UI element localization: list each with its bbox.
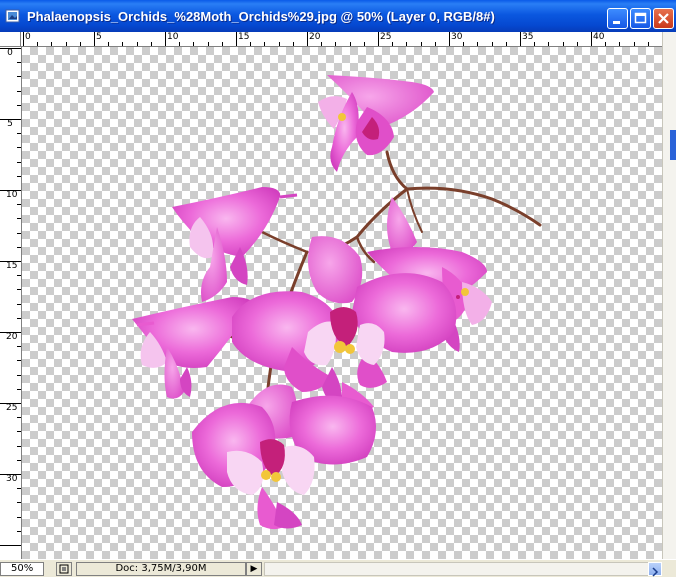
orchid-flower-bottom	[192, 384, 376, 530]
minimize-icon	[613, 21, 620, 24]
ruler-label: 0	[7, 48, 13, 58]
horizontal-scrollbar[interactable]	[264, 562, 662, 576]
ruler-label: 20	[309, 32, 321, 42]
triangle-right-icon: ▶	[250, 564, 258, 574]
window-title: Phalaenopsis_Orchids_%28Moth_Orchids%29.…	[27, 9, 495, 24]
orchid-flower-upper-left	[172, 187, 298, 302]
ruler-label: 30	[451, 32, 463, 42]
ruler-label: 15	[238, 32, 250, 42]
close-icon	[658, 13, 669, 24]
page-icon	[59, 564, 69, 574]
document-window: Phalaenopsis_Orchids_%28Moth_Orchids%29.…	[0, 0, 676, 577]
maximize-button[interactable]	[630, 8, 651, 29]
minimize-button[interactable]	[607, 8, 628, 29]
status-bar: 50% Doc: 3,75M/3,90M ▶	[0, 559, 676, 577]
ruler-origin[interactable]	[0, 32, 21, 47]
title-bar[interactable]: Phalaenopsis_Orchids_%28Moth_Orchids%29.…	[0, 0, 676, 32]
ruler-label: 15	[6, 261, 18, 271]
ruler-label: 35	[522, 32, 534, 42]
ruler-label: 5	[7, 119, 13, 129]
status-info-button[interactable]	[56, 562, 72, 576]
status-menu-arrow-button[interactable]: ▶	[246, 562, 262, 576]
ruler-label: 5	[96, 32, 102, 42]
close-button[interactable]	[653, 8, 674, 29]
maximize-icon	[634, 12, 647, 24]
vertical-scrollbar[interactable]	[662, 32, 676, 559]
ruler-label: 20	[6, 332, 18, 342]
vertical-scroll-thumb[interactable]	[670, 130, 676, 160]
zoom-level-field[interactable]: 50%	[0, 562, 44, 576]
ruler-label: 0	[25, 32, 31, 42]
orchid-image	[132, 75, 542, 530]
ruler-label: 30	[6, 474, 18, 484]
image-canvas[interactable]	[22, 47, 662, 559]
chevron-right-icon	[652, 567, 659, 577]
ruler-label: 10	[6, 190, 18, 200]
horizontal-ruler-ticks	[23, 32, 649, 46]
vertical-ruler[interactable]: 0 5 10 15 20 25 30	[0, 47, 22, 559]
photoshop-document-icon	[5, 9, 20, 23]
ruler-label: 40	[593, 32, 605, 42]
document-size-info: Doc: 3,75M/3,90M	[76, 562, 246, 576]
ruler-label: 25	[6, 403, 18, 413]
horizontal-ruler[interactable]: 0 5 10 15 20 25 30 35 40	[21, 32, 662, 47]
ruler-label: 25	[380, 32, 392, 42]
ruler-label: 10	[167, 32, 179, 42]
scroll-right-button[interactable]	[648, 562, 662, 577]
orchid-flower-top	[318, 75, 434, 172]
